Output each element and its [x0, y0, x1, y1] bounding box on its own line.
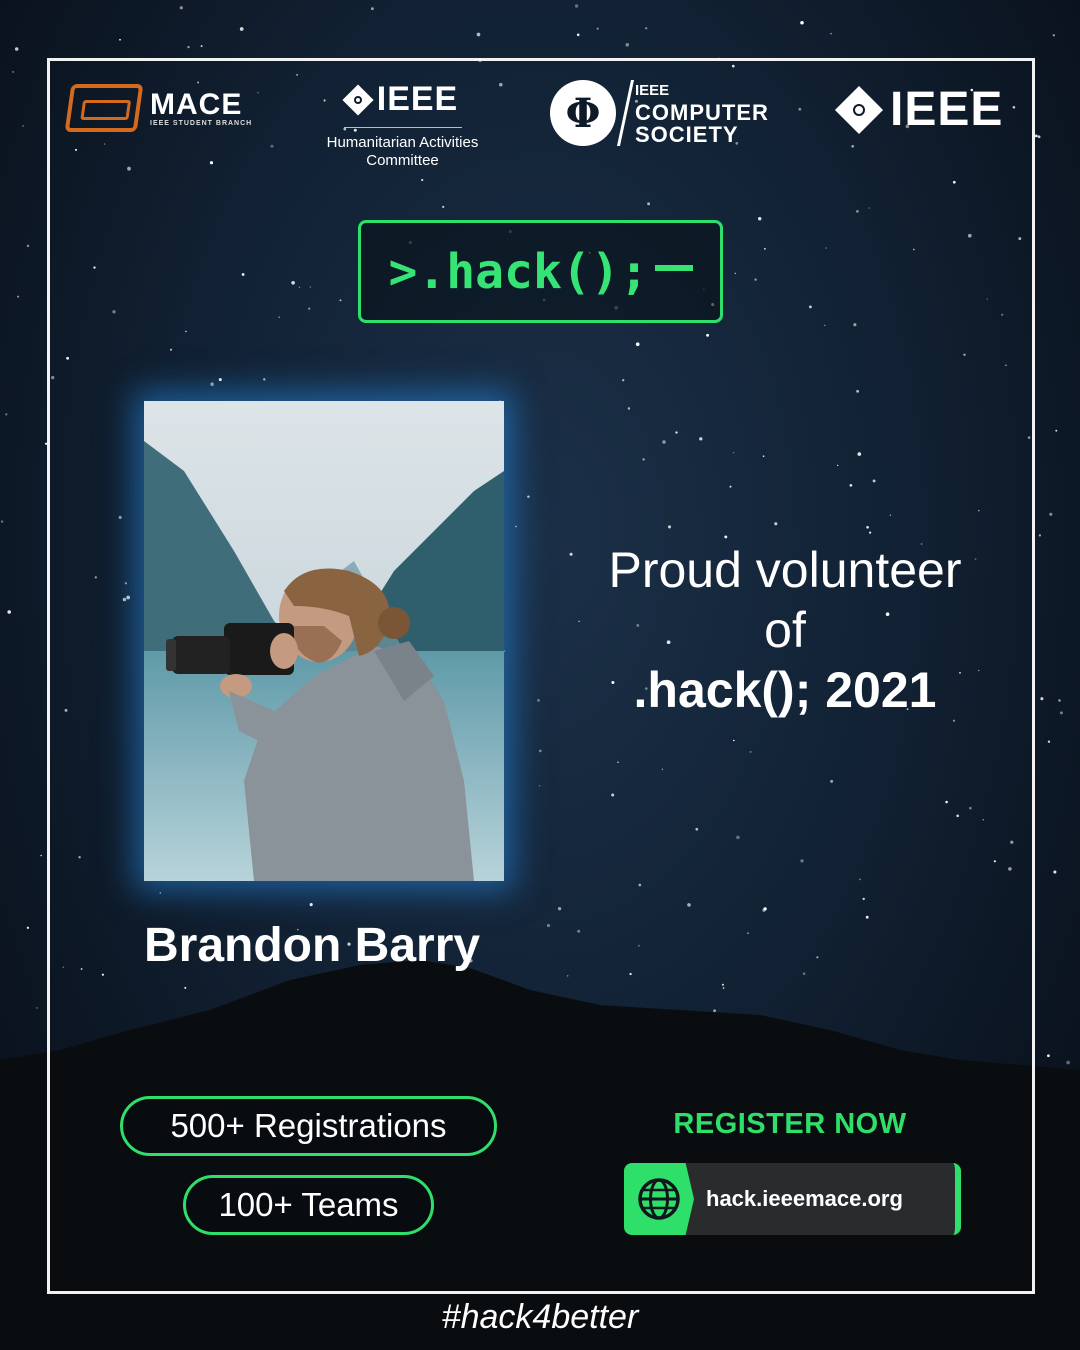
volunteer-line-3: .hack(); 2021 — [633, 662, 937, 718]
star — [1038, 534, 1042, 537]
star — [1047, 740, 1051, 743]
star — [200, 45, 203, 48]
star — [1034, 134, 1038, 138]
star — [179, 6, 183, 10]
ieee-hac-logo: IEEE Humanitarian Activities Committee — [310, 80, 495, 170]
star — [1052, 34, 1055, 37]
mace-name: MACE — [150, 87, 243, 121]
star — [40, 854, 42, 857]
star — [239, 27, 244, 31]
star — [576, 33, 580, 37]
ieee-diamond-icon — [342, 83, 374, 116]
terminal-cursor-icon — [654, 264, 693, 271]
star — [830, 32, 832, 35]
globe-icon — [638, 1178, 680, 1220]
star — [1053, 870, 1057, 874]
star — [0, 520, 4, 523]
ieee-computer-society-logo: Φ IEEE COMPUTER SOCIETY — [550, 80, 769, 146]
mace-emblem-icon — [64, 84, 144, 132]
hac-line-2: Committee — [366, 152, 439, 169]
register-url-link[interactable]: hack.ieeemace.org — [624, 1163, 961, 1235]
star — [371, 7, 374, 11]
star — [26, 244, 30, 248]
star — [625, 42, 630, 47]
volunteer-statement: Proud volunteer of .hack(); 2021 — [560, 540, 1010, 720]
person-name: Brandon Barry — [144, 919, 481, 972]
star — [800, 20, 804, 25]
mace-logo: MACE IEEE STUDENT BRANCH — [64, 84, 253, 132]
ieee-diamond-icon — [834, 85, 884, 134]
star — [574, 4, 579, 8]
star — [5, 413, 8, 416]
star — [22, 125, 24, 127]
cs-line-1: COMPUTER — [635, 100, 769, 125]
ieee-text: IEEE — [890, 83, 1004, 136]
teams-badge: 100+ Teams — [183, 1175, 434, 1235]
star — [1058, 699, 1061, 702]
star — [476, 32, 481, 37]
star — [645, 27, 648, 30]
phi-icon: Φ — [550, 80, 616, 146]
star — [1059, 711, 1063, 715]
star — [14, 47, 19, 51]
hack-title-text: >.hack(); — [388, 243, 649, 300]
star — [12, 71, 14, 73]
star — [7, 610, 11, 614]
hack-terminal-title: >.hack(); — [358, 220, 723, 323]
star — [119, 38, 121, 41]
cs-ieee-text: IEEE — [635, 82, 670, 99]
hac-divider — [343, 127, 462, 128]
star — [1049, 512, 1053, 516]
hashtag: #hack4better — [441, 1298, 639, 1336]
star — [1055, 429, 1058, 432]
cs-divider — [616, 80, 635, 146]
star — [1040, 697, 1044, 701]
ieee-logo: IEEE — [834, 82, 1004, 137]
star — [187, 45, 190, 49]
photographer-image — [144, 401, 504, 881]
register-url-text[interactable]: hack.ieeemace.org — [706, 1186, 903, 1212]
register-now-label: REGISTER NOW — [673, 1108, 907, 1140]
registrations-badge: 500+ Registrations — [120, 1096, 497, 1156]
mace-subtitle: IEEE STUDENT BRANCH — [150, 119, 253, 127]
volunteer-photo — [144, 401, 504, 881]
star — [26, 926, 30, 929]
star — [1037, 135, 1041, 139]
cs-line-2: SOCIETY — [635, 122, 739, 147]
volunteer-line-1: Proud volunteer — [608, 542, 962, 598]
star — [596, 27, 599, 30]
volunteer-line-2: of — [764, 602, 806, 658]
star — [17, 295, 20, 298]
hac-ieee-text: IEEE — [376, 80, 459, 118]
hac-line-1: Humanitarian Activities — [326, 134, 479, 151]
